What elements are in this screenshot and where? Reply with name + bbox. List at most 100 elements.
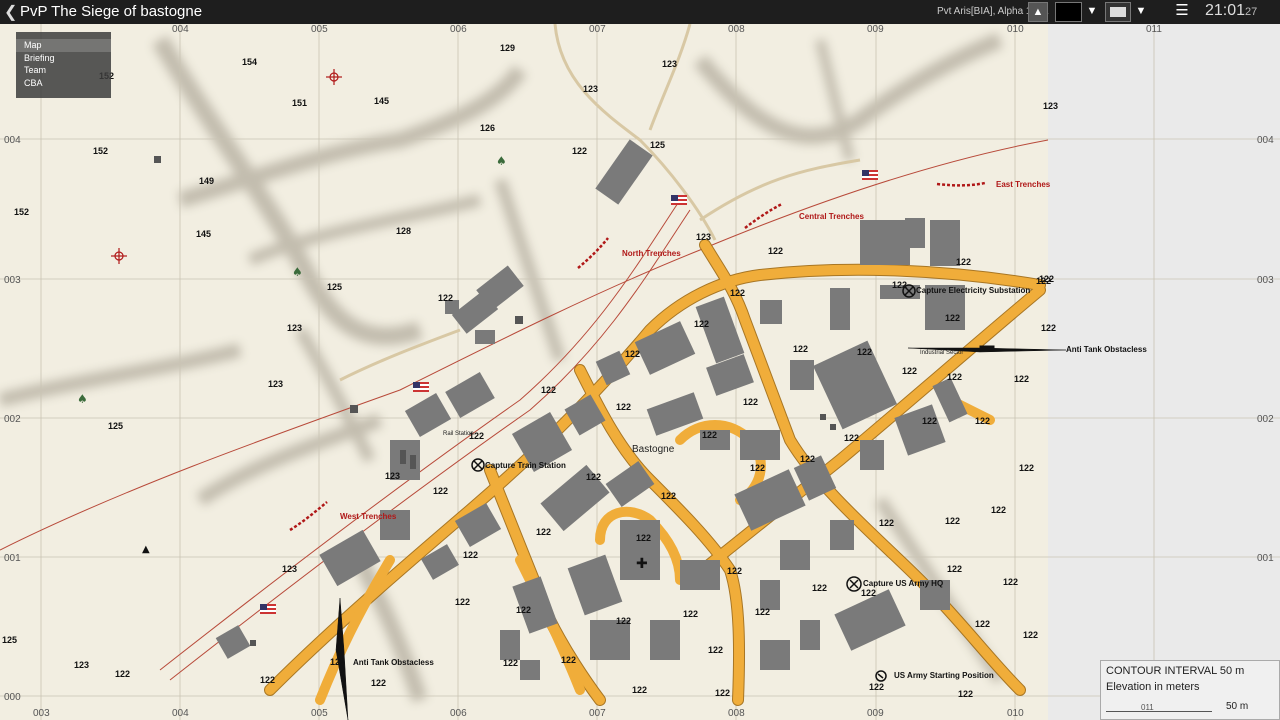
map-canvas[interactable]: 004 005 006 007 008 009 010 011 003 004 … [0, 24, 1280, 720]
menu-item-map[interactable]: Map [16, 39, 111, 52]
elevation-label: 122 [516, 605, 531, 615]
elevation-label: 128 [396, 226, 411, 236]
hill-icon: ▲ [142, 544, 150, 555]
town-label-bastogne: Bastogne [632, 444, 675, 455]
elevation-label: 125 [2, 635, 17, 645]
contour-interval: CONTOUR INTERVAL 50 m [1106, 665, 1245, 677]
elevation-label: 123 [282, 564, 297, 574]
grid-label-left: 001 [4, 553, 21, 564]
elevation-label: 122 [115, 669, 130, 679]
elevation-label: 122 [616, 616, 631, 626]
grid-label-left: 000 [4, 692, 21, 703]
capture-train-station-label: Capture Train Station [485, 461, 566, 470]
grid-label-bottom: 008 [728, 708, 745, 719]
back-chevron-icon[interactable]: ❮ [4, 2, 17, 22]
elevation-label: 122 [975, 619, 990, 629]
elevation-label: 122 [661, 491, 676, 501]
clock-time: 21:01 [1205, 2, 1246, 19]
elevation-label: 123 [696, 232, 711, 242]
elevation-label: 122 [922, 416, 937, 426]
elevation-label: 151 [292, 98, 307, 108]
scale-label: 50 m [1226, 701, 1249, 712]
capture-us-hq-label: Capture US Army HQ [863, 579, 943, 588]
elevation-label: 122 [958, 689, 973, 699]
elevation-label: 122 [371, 678, 386, 688]
elevation-label: 122 [743, 397, 758, 407]
grid-label-bottom: 007 [589, 708, 606, 719]
us-flag-icon [671, 195, 687, 205]
elevation-label: 152 [14, 207, 29, 217]
elevation-label: 154 [242, 57, 257, 67]
elevation-unit: Elevation in meters [1106, 681, 1200, 693]
layers-icon[interactable]: ☰ [1170, 2, 1194, 22]
grid-label-left: 004 [4, 135, 21, 146]
elevation-label: 122 [793, 344, 808, 354]
scale-bar-label: 011 [1141, 703, 1154, 712]
elevation-label: 123 [1043, 101, 1058, 111]
chevron-down-icon[interactable]: ▼ [1133, 2, 1149, 22]
grid-label-top: 011 [1146, 24, 1162, 35]
elevation-label: 145 [374, 96, 389, 106]
elevation-label: 122 [260, 675, 275, 685]
scale-bar: 011 [1106, 703, 1212, 712]
menu-item-team[interactable]: Team [16, 64, 111, 77]
us-flag-icon [862, 170, 878, 180]
elevation-label: 122 [683, 609, 698, 619]
elevation-label: 122 [902, 366, 917, 376]
elevation-label: 122 [632, 685, 647, 695]
grid-label-top: 008 [728, 24, 745, 35]
color-swatch-black[interactable] [1055, 2, 1082, 22]
elevation-label: 122 [945, 313, 960, 323]
elevation-label: 122 [503, 658, 518, 668]
grid-label-top: 007 [589, 24, 606, 35]
elevation-label: 122 [750, 463, 765, 473]
menu-item-briefing[interactable]: Briefing [16, 52, 111, 65]
elevation-label: 122 [694, 319, 709, 329]
elevation-label: 122 [947, 564, 962, 574]
grid-label-bottom: 003 [33, 708, 50, 719]
elevation-label: 122 [330, 657, 345, 667]
elevation-label: 122 [879, 518, 894, 528]
church-icon: ✚ [636, 556, 648, 572]
menu-item-cba[interactable]: CBA [16, 77, 111, 90]
elevation-label: 122 [844, 433, 859, 443]
tree-icon: ♠ [496, 154, 507, 168]
us-flag-icon [413, 382, 429, 392]
map-menu: Map Briefing Team CBA [16, 32, 111, 98]
grid-label-left: 002 [4, 414, 21, 425]
elevation-label: 149 [199, 176, 214, 186]
elevation-label: 122 [1014, 374, 1029, 384]
elevation-label: 122 [1023, 630, 1038, 640]
elevation-label: 122 [561, 655, 576, 665]
elevation-label: 122 [1036, 276, 1051, 286]
elevation-label: 122 [463, 550, 478, 560]
capture-electricity-label: Capture Electricity Substation [916, 286, 1030, 295]
elevation-label: 122 [572, 146, 587, 156]
anti-tank-label: Anti Tank Obstacless [353, 658, 434, 667]
grid-label-top: 010 [1007, 24, 1024, 35]
elevation-label: 122 [755, 607, 770, 617]
chevron-up-icon[interactable]: ▲ [1028, 2, 1048, 22]
marker-color-swatch[interactable] [1105, 2, 1131, 22]
elevation-label: 122 [438, 293, 453, 303]
map-outside-area [1048, 24, 1280, 720]
map-title: PvP The Siege of bastogne [20, 3, 203, 20]
elevation-label: 122 [625, 349, 640, 359]
elevation-label: 122 [991, 505, 1006, 515]
elevation-label: 122 [586, 472, 601, 482]
elevation-label: 122 [730, 288, 745, 298]
grid-label-bottom: 004 [172, 708, 189, 719]
elevation-label: 122 [869, 682, 884, 692]
grid-label-left: 003 [4, 275, 21, 286]
elevation-label: 122 [947, 372, 962, 382]
elevation-label: 122 [768, 246, 783, 256]
grid-label-right: 001 [1257, 553, 1274, 564]
elevation-label: 123 [385, 471, 400, 481]
elevation-label: 123 [287, 323, 302, 333]
elevation-label: 122 [861, 588, 876, 598]
elevation-label: 122 [892, 280, 907, 290]
elevation-label: 122 [433, 486, 448, 496]
chevron-down-icon[interactable]: ▼ [1084, 2, 1100, 22]
grid-label-bottom: 009 [867, 708, 884, 719]
elevation-label: 122 [616, 402, 631, 412]
